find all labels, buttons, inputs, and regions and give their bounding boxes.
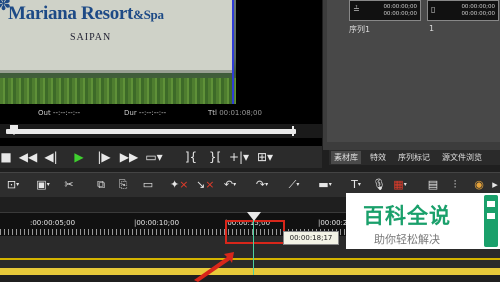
play-icon[interactable]: ▶ — [70, 148, 88, 166]
match-frame-icon[interactable]: +|▾ — [228, 148, 250, 166]
thumb2-tc2: 00:00:00;00 — [461, 11, 495, 17]
watermark-title: 百科全说 — [363, 204, 451, 228]
split-icon[interactable]: ▬▾ — [316, 176, 334, 194]
tab-sequence-markers[interactable]: 序列标记 — [395, 151, 433, 164]
clip-icon: ▯ — [431, 5, 436, 14]
sequence-name-1: 序列1 — [349, 25, 371, 34]
thumb1-tc2: 00:00:00;00 — [383, 11, 417, 17]
loop-icon[interactable]: ▭▾ — [144, 148, 164, 166]
set-in-icon[interactable]: ]{ — [180, 148, 202, 166]
title-icon[interactable]: T▾ — [348, 176, 364, 194]
delete-icon[interactable]: ✦× — [170, 176, 188, 194]
scrub-bar[interactable] — [0, 124, 322, 138]
cut-icon[interactable]: ✂ — [62, 176, 76, 194]
sequence-thumbnail-1[interactable]: 00:00:00;00 00:00:00;00 ≟ — [349, 0, 421, 21]
total-value: 00:01:08;00 — [219, 109, 262, 117]
watermark: 百科全说 助你轻松解决 — [346, 193, 500, 249]
color-wheel-icon[interactable]: ◉ — [472, 176, 486, 194]
fast-forward-icon[interactable]: ▶▶ — [118, 148, 140, 166]
ruler-label-10s: |00:00:10;00 — [134, 219, 180, 227]
highlight-box — [225, 220, 285, 244]
thumb2-tc1: 00:00:00;00 — [461, 4, 495, 10]
duration-timecode: Dur --:--:--:-- — [124, 109, 167, 117]
sign-subtitle: SAIPAN — [70, 32, 112, 43]
paste-icon[interactable]: ⎘ — [116, 176, 130, 194]
copy-icon[interactable]: ⧉ — [94, 176, 108, 194]
track-marker-line — [0, 258, 500, 260]
razor-icon[interactable]: ⟋▾ — [284, 176, 304, 194]
video-frame: ✽ Mariana Resort&Spa SAIPAN — [0, 0, 236, 104]
microphone-icon[interactable]: 🎙 — [372, 176, 386, 194]
sign-title: Mariana Resort — [8, 3, 134, 24]
bin-content: 00:00:00;00 00:00:00;00 ≟ 00:00:00;00 00… — [327, 0, 500, 142]
sequence-icon: ≟ — [353, 5, 360, 14]
timecode-row: Out --:--:--:-- Dur --:--:--:-- Ttl 00:0… — [0, 104, 322, 120]
safe-area-border — [232, 0, 234, 104]
sequence-thumbnail-2[interactable]: 00:00:00;00 00:00:00;00 ▯ — [427, 0, 499, 21]
undo-icon[interactable]: ↶▾ — [220, 176, 240, 194]
ruler-label-5s: :00:00:05;00 — [30, 219, 76, 227]
video-track-clip[interactable] — [0, 268, 500, 275]
tab-asset-library[interactable]: 素材库 — [331, 151, 361, 164]
transport-controls: ■ ◀◀ ◀| ▶ |▶ ▶▶ ▭▾ ]{ }[ +|▾ ⊞▾ — [0, 146, 322, 168]
tab-source-browser[interactable]: 源文件浏览 — [439, 151, 485, 164]
sequence-name-2: 1 — [429, 24, 435, 33]
paste-insert-icon[interactable]: ▭ — [140, 176, 156, 194]
annotation-arrow-icon — [194, 252, 234, 282]
set-out-icon[interactable]: }[ — [204, 148, 226, 166]
redo-icon[interactable]: ↷▾ — [252, 176, 272, 194]
color-icon[interactable]: ▦▾ — [390, 176, 410, 194]
preview-monitor: ✽ Mariana Resort&Spa SAIPAN Out --:--:--… — [0, 0, 322, 150]
asset-bin: 00:00:00;00 00:00:00;00 ≟ 00:00:00;00 00… — [323, 0, 500, 150]
tab-effects[interactable]: 特效 — [367, 151, 389, 164]
bin-tabs: 素材库 特效 序列标记 源文件浏览 — [329, 150, 500, 165]
step-forward-icon[interactable]: |▶ — [94, 148, 114, 166]
grid-icon[interactable]: ▤ — [426, 176, 440, 194]
total-label: Ttl — [208, 109, 217, 117]
save-icon[interactable]: ▣▾ — [34, 176, 52, 194]
new-icon[interactable]: ⊡▾ — [4, 176, 22, 194]
ripple-delete-icon[interactable]: ↘× — [196, 176, 214, 194]
total-timecode: Ttl 00:01:08;00 — [208, 109, 262, 117]
rewind-icon[interactable]: ◀◀ — [17, 148, 39, 166]
out-timecode: Out --:--:--:-- — [38, 109, 81, 117]
more-icon[interactable]: ▸ — [490, 176, 500, 194]
thumb1-tc1: 00:00:00;00 — [383, 4, 417, 10]
stop-icon[interactable]: ■ — [0, 148, 12, 166]
sign-title-suffix: &Spa — [133, 7, 164, 22]
watermark-logo-icon — [484, 195, 498, 247]
timecode-tooltip: 00:00:18;17 — [283, 231, 339, 245]
playhead-line[interactable] — [253, 220, 254, 275]
step-back-icon[interactable]: ◀| — [41, 148, 61, 166]
mixer-icon[interactable]: ⫶ — [448, 176, 462, 194]
scrub-track[interactable] — [6, 129, 296, 134]
watermark-subtitle: 助你轻松解决 — [374, 233, 440, 246]
export-icon[interactable]: ⊞▾ — [255, 148, 275, 166]
resort-sign: ✽ Mariana Resort&Spa SAIPAN — [0, 0, 232, 73]
grass — [0, 78, 236, 104]
scrub-end-marker — [292, 126, 294, 136]
